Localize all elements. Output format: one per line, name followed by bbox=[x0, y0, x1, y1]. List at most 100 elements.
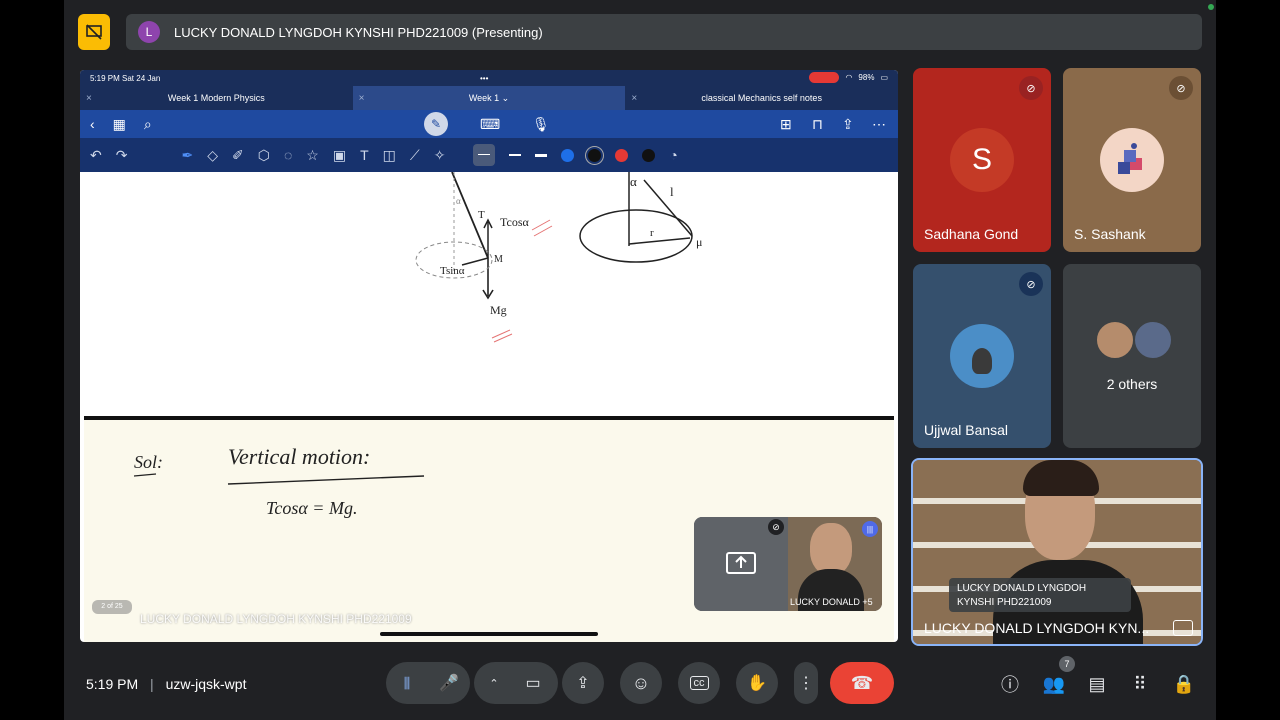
participant-tile-sadhana[interactable]: S ⊘ Sadhana Gond bbox=[913, 68, 1051, 252]
self-view-pip[interactable]: ⊘ ||| LUCKY DONALD +5 bbox=[694, 517, 882, 611]
bottom-bar: 5:19 PM | uzw-jqsk-wpt ⫼ 🎤 ⌃ ▭ ⇪ ☺ cc ✋ … bbox=[64, 650, 1216, 720]
chat-icon[interactable]: ▤ bbox=[1085, 672, 1109, 696]
battery-icon: ▭ bbox=[880, 73, 888, 82]
color-black-selected[interactable] bbox=[588, 148, 602, 162]
image-icon[interactable]: ▣ bbox=[333, 147, 346, 164]
presentation-stage: 5:19 PM Sat 24 Jan ••• ◠ 98% ▭ × Week 1 M… bbox=[80, 70, 898, 642]
tab-week1[interactable]: × Week 1 ⌄ bbox=[352, 86, 626, 110]
participant-avatar bbox=[950, 324, 1014, 388]
end-call-button[interactable]: ☎ bbox=[830, 662, 894, 704]
tab-label: Week 1 Modern Physics bbox=[167, 93, 265, 103]
separator: | bbox=[150, 676, 154, 692]
ipad-battery: 98% bbox=[858, 73, 875, 82]
stroke-medium[interactable] bbox=[509, 154, 522, 156]
camera-options-icon[interactable]: ⌃ bbox=[477, 677, 511, 690]
people-count-badge: 7 bbox=[1059, 656, 1075, 672]
pen-tool-icon[interactable]: ✒ bbox=[181, 147, 193, 164]
grid-icon[interactable]: ▦ bbox=[113, 116, 126, 133]
color-picker-icon[interactable]: ◔ bbox=[669, 147, 677, 163]
shapes-icon[interactable]: ⬡ bbox=[258, 147, 270, 164]
others-avatar-1 bbox=[1095, 320, 1135, 360]
profile-photo bbox=[972, 348, 992, 374]
speaker-tooltip: LUCKY DONALD LYNGDOH KYNSHI PHD221009 bbox=[949, 578, 1131, 612]
mic-off-icon: ⊘ bbox=[1019, 76, 1043, 100]
ipad-status-bar: 5:19 PM Sat 24 Jan ••• ◠ 98% ▭ bbox=[80, 70, 898, 86]
mic-off-icon: ⊘ bbox=[1169, 76, 1193, 100]
back-icon[interactable]: ‹ bbox=[90, 116, 95, 132]
color-red[interactable] bbox=[615, 148, 629, 162]
close-icon[interactable]: × bbox=[631, 93, 637, 104]
activities-icon[interactable]: ⠿ bbox=[1128, 672, 1152, 696]
keyboard-icon[interactable]: ⌨ bbox=[480, 116, 500, 133]
hang-up-icon: ☎ bbox=[850, 672, 874, 693]
sticker-icon[interactable]: ☆ bbox=[306, 147, 319, 164]
close-icon[interactable]: × bbox=[359, 93, 365, 104]
more-options-button[interactable]: ⋮ bbox=[794, 662, 818, 704]
drawing-tools: ↶ ↷ ✒ ◇ ✐ ⬡ ◌ ☆ ▣ T ◫ ⟋ ✧ ◔ bbox=[80, 138, 898, 172]
present-screen-icon bbox=[726, 552, 756, 574]
ipad-time: 5:19 PM Sat 24 Jan bbox=[90, 73, 161, 83]
stroke-thick[interactable] bbox=[535, 153, 548, 157]
participant-avatar bbox=[1100, 128, 1164, 192]
mic-button[interactable]: 🎤 bbox=[428, 673, 470, 693]
notes-tabs: × Week 1 Modern Physics × Week 1 ⌄ × classi… bbox=[80, 86, 898, 110]
top-bar: L LUCKY DONALD LYNGDOH KYNSHI PHD221009 … bbox=[78, 4, 1214, 50]
presenter-avatar: L bbox=[138, 21, 160, 43]
camera-icon[interactable]: ◫ bbox=[383, 147, 396, 164]
laser-icon[interactable]: ✧ bbox=[434, 147, 446, 164]
bookmark-icon[interactable]: ⊓ bbox=[812, 116, 823, 133]
close-icon[interactable]: × bbox=[86, 93, 92, 104]
sol-label: Sol: bbox=[134, 452, 163, 472]
color-blue[interactable] bbox=[561, 148, 575, 162]
pin-icon[interactable] bbox=[1173, 620, 1193, 636]
pen-mode-icon[interactable]: ✎ bbox=[424, 112, 448, 136]
others-avatar-2 bbox=[1133, 320, 1173, 360]
camera-control-group: ⌃ ▭ bbox=[474, 662, 558, 704]
participant-tile-ujjwal[interactable]: ⊘ Ujjwal Bansal bbox=[913, 264, 1051, 448]
mu-label: μ bbox=[696, 235, 702, 249]
reactions-button[interactable]: ☺ bbox=[620, 662, 662, 704]
color-black[interactable] bbox=[642, 148, 656, 162]
participant-name: S. Sashank bbox=[1074, 226, 1146, 242]
meet-window: L LUCKY DONALD LYNGDOH KYNSHI PHD221009 … bbox=[64, 0, 1216, 720]
highlighter-icon[interactable]: ✐ bbox=[232, 147, 244, 164]
present-button[interactable]: ⇪ bbox=[562, 662, 604, 704]
active-speaker-tile[interactable]: LUCKY DONALD LYNGDOH KYNSHI PHD221009 LU… bbox=[911, 458, 1203, 646]
raise-hand-button[interactable]: ✋ bbox=[736, 662, 778, 704]
people-icon[interactable]: 👥 bbox=[1042, 672, 1066, 696]
captions-button[interactable]: cc bbox=[678, 662, 720, 704]
add-page-icon[interactable]: ⊞ bbox=[780, 116, 792, 133]
redo-icon[interactable]: ↷ bbox=[116, 147, 128, 164]
participant-name: Ujjwal Bansal bbox=[924, 422, 1009, 438]
stop-presenting-button[interactable] bbox=[78, 14, 110, 50]
tab-week1-modern-physics[interactable]: × Week 1 Modern Physics bbox=[80, 86, 353, 110]
eraser-icon[interactable]: ◇ bbox=[207, 147, 218, 164]
participant-tile-sashank[interactable]: ⊘ S. Sashank bbox=[1063, 68, 1201, 252]
weight-label: Mg bbox=[490, 303, 507, 317]
presenting-banner: L LUCKY DONALD LYNGDOH KYNSHI PHD221009 … bbox=[126, 14, 1202, 50]
pendulum-diagram: α T Tcosα Tsinα M Mg α l r μ bbox=[415, 171, 702, 343]
lasso-icon[interactable]: ◌ bbox=[284, 147, 292, 163]
host-controls-icon[interactable]: 🔒 bbox=[1172, 672, 1196, 696]
mass-label: M bbox=[494, 254, 503, 265]
undo-icon[interactable]: ↶ bbox=[90, 147, 102, 164]
tab-label: classical Mechanics self notes bbox=[701, 93, 822, 103]
mic-icon[interactable]: 🎙 bbox=[532, 116, 550, 133]
presenter-watermark: LUCKY DONALD LYNGDOH KYNSHI PHD221009 bbox=[140, 612, 412, 626]
equation-text: Tcosα = Mg. bbox=[266, 498, 357, 518]
camera-button[interactable]: ▭ bbox=[511, 673, 555, 693]
meeting-info-icon[interactable]: ⓘ bbox=[998, 672, 1022, 696]
more-icon[interactable]: ⋯ bbox=[872, 116, 886, 133]
search-icon[interactable]: ⌕ bbox=[144, 116, 152, 133]
share-icon[interactable]: ⇪ bbox=[842, 116, 854, 133]
presenting-text: LUCKY DONALD LYNGDOH KYNSHI PHD221009 (P… bbox=[174, 24, 543, 40]
participant-tile-others[interactable]: 2 others bbox=[1063, 264, 1201, 448]
text-icon[interactable]: T bbox=[360, 147, 369, 163]
tooltip-line-1: LUCKY DONALD LYNGDOH bbox=[957, 583, 1087, 594]
tab-classical-mechanics[interactable]: × classical Mechanics self notes bbox=[625, 86, 898, 110]
stroke-thin[interactable] bbox=[473, 144, 496, 166]
emoji-icon: ☺ bbox=[631, 672, 651, 693]
tsin-label: Tsinα bbox=[440, 265, 465, 277]
notes-page-diagram: α T Tcosα Tsinα M Mg α l r μ bbox=[84, 171, 894, 416]
ruler-icon[interactable]: ⟋ bbox=[410, 147, 420, 164]
